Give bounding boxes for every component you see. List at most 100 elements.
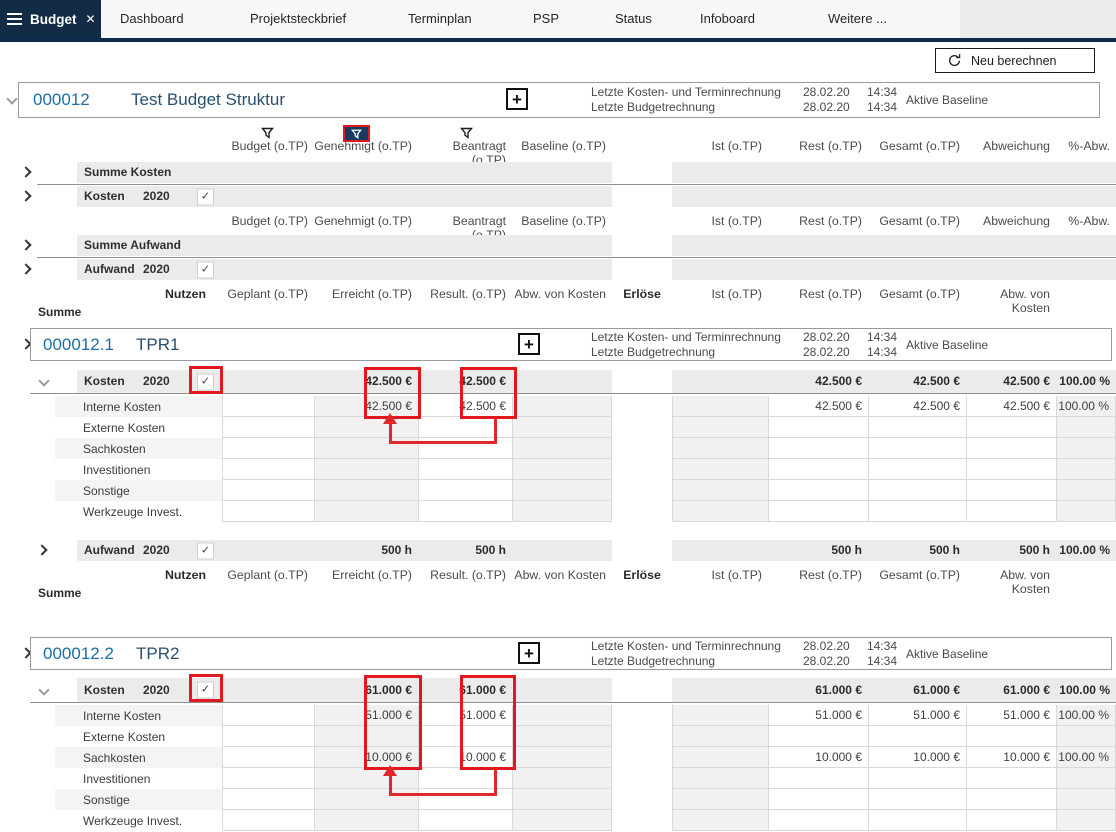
tab-infoboard[interactable]: Infoboard: [700, 0, 755, 38]
chevron-right-icon[interactable]: [20, 166, 32, 178]
col-budget[interactable]: Budget (o.TP): [222, 214, 314, 228]
col-gesamt[interactable]: Gesamt (o.TP): [868, 139, 966, 153]
col-rest[interactable]: Rest (o.TP): [768, 214, 868, 228]
active-baseline-label: Aktive Baseline: [906, 338, 989, 352]
chevron-down-icon[interactable]: [38, 375, 50, 387]
chevron-right-icon[interactable]: [20, 239, 32, 251]
col-abweichung[interactable]: Abweichung: [966, 214, 1056, 228]
col-baseline[interactable]: Baseline (o.TP): [512, 139, 612, 153]
cell: [0, 438, 55, 459]
col-beantragt[interactable]: Beantragt (o.TP): [418, 214, 512, 242]
tab-terminplan[interactable]: Terminplan: [408, 0, 472, 38]
row-label: Sonstige: [83, 793, 130, 807]
cell-abweichung: 61.000 €: [966, 678, 1056, 702]
col-budget[interactable]: Budget (o.TP): [222, 139, 314, 153]
col-abweichung[interactable]: Abweichung: [966, 139, 1056, 153]
cell-gesamt: 500 h: [868, 540, 966, 561]
col-ist[interactable]: Ist (o.TP): [672, 139, 768, 153]
tab-weitere[interactable]: Weitere ...: [828, 0, 887, 38]
cell-abweichung: 500 h: [966, 540, 1056, 561]
col-ist[interactable]: Ist (o.TP): [672, 214, 768, 228]
close-icon[interactable]: ✕: [86, 12, 96, 26]
cell: [672, 768, 768, 789]
cell: [612, 747, 672, 768]
cell: [768, 459, 868, 480]
cell: [314, 259, 418, 280]
tpr2-kosten-row: Kosten 2020 ✓ 61.000 € 61.000 € 61.000 € 6…: [0, 678, 1116, 702]
cell: [512, 768, 612, 789]
filter-icon-budget[interactable]: [261, 127, 274, 139]
project-name: Test Budget Struktur: [131, 90, 286, 109]
cell-rest: 42.500 €: [768, 370, 868, 393]
cell-abweichung: 42.500 €: [966, 396, 1056, 417]
col-abw-von-kosten: Abw. von Kosten: [1000, 287, 1050, 315]
recalculate-button[interactable]: Neu berechnen: [935, 48, 1095, 73]
summe-aufwand-row: Summe Aufwand: [0, 235, 1116, 256]
cell-pabw: 100.00 %: [1056, 705, 1116, 726]
col-rest: Rest (o.TP): [799, 287, 862, 301]
cell: [612, 139, 672, 153]
cell: [868, 810, 966, 831]
row-label: Investitionen: [83, 463, 151, 477]
cell: [612, 789, 672, 810]
cell: [222, 726, 314, 747]
cell: [768, 810, 868, 831]
tab-projektsteckbrief[interactable]: Projektsteckbrief: [250, 0, 346, 38]
cell: [512, 186, 612, 207]
cell: [512, 396, 612, 417]
tab-budget-active[interactable]: Budget ✕: [0, 0, 101, 38]
filter-icon-beantragt[interactable]: [460, 127, 473, 139]
row-label: Summe Aufwand: [84, 238, 181, 252]
cell: [0, 540, 55, 561]
col-genehmigt[interactable]: Genehmigt (o.TP): [314, 214, 418, 228]
cell: Externe Kosten: [55, 417, 222, 438]
cell: [222, 501, 314, 522]
cell-genehmigt: 500 h: [314, 540, 418, 561]
tab-dashboard[interactable]: Dashboard: [120, 0, 184, 38]
col-beantragt[interactable]: Beantragt (o.TP): [418, 139, 512, 167]
checkbox-checked[interactable]: ✓: [197, 261, 214, 278]
col-baseline[interactable]: Baseline (o.TP): [512, 214, 612, 228]
add-button[interactable]: +: [506, 88, 528, 110]
col-pabw[interactable]: %-Abw.: [1056, 139, 1116, 153]
row-year: 2020: [143, 189, 170, 203]
cell: [672, 705, 768, 726]
chevron-down-icon[interactable]: [38, 684, 50, 696]
cell: [768, 259, 868, 280]
chevron-down-icon[interactable]: [6, 93, 18, 105]
cell: [55, 139, 222, 153]
col-pabw[interactable]: %-Abw.: [1056, 214, 1116, 228]
checkbox-checked[interactable]: ✓: [197, 542, 214, 559]
tab-psp[interactable]: PSP: [533, 0, 559, 38]
cell: [222, 396, 314, 417]
cell: [966, 459, 1056, 480]
chevron-right-icon[interactable]: [20, 190, 32, 202]
cell: [672, 810, 768, 831]
menu-icon[interactable]: [7, 10, 23, 28]
cell: [418, 259, 512, 280]
cell: Summe Aufwand: [55, 235, 222, 256]
cell: [314, 459, 418, 480]
col-rest[interactable]: Rest (o.TP): [768, 139, 868, 153]
cell: [868, 162, 966, 183]
col-gesamt[interactable]: Gesamt (o.TP): [868, 214, 966, 228]
cell: [612, 810, 672, 831]
checkbox-checked[interactable]: ✓: [197, 188, 214, 205]
col-gesamt: Gesamt (o.TP): [879, 568, 960, 582]
nutzen-label: Nutzen: [165, 287, 206, 301]
chevron-right-icon[interactable]: [36, 544, 48, 556]
column-header-row: Budget (o.TP) Genehmigt (o.TP) Beantragt…: [0, 214, 1116, 242]
cell-pabw: 100.00 %: [1056, 678, 1116, 702]
table-row: Interne Kosten 51.000 € 51.000 € 51.000 …: [0, 705, 1116, 726]
meta-date: 28.02.20: [803, 330, 850, 344]
tab-status[interactable]: Status: [615, 0, 652, 38]
add-button[interactable]: +: [518, 333, 540, 355]
cell: [612, 235, 672, 256]
calculation-meta: Letzte Kosten- und Terminrechnung 28.02.2…: [591, 330, 909, 360]
col-result: Result. (o.TP): [430, 287, 506, 301]
add-button[interactable]: +: [518, 642, 540, 664]
annotation-box-checkbox-tpr1: [189, 366, 223, 394]
col-genehmigt[interactable]: Genehmigt (o.TP): [314, 139, 418, 153]
calculation-meta: Letzte Kosten- und Terminrechnung 28.02.2…: [591, 639, 909, 669]
chevron-right-icon[interactable]: [20, 263, 32, 275]
